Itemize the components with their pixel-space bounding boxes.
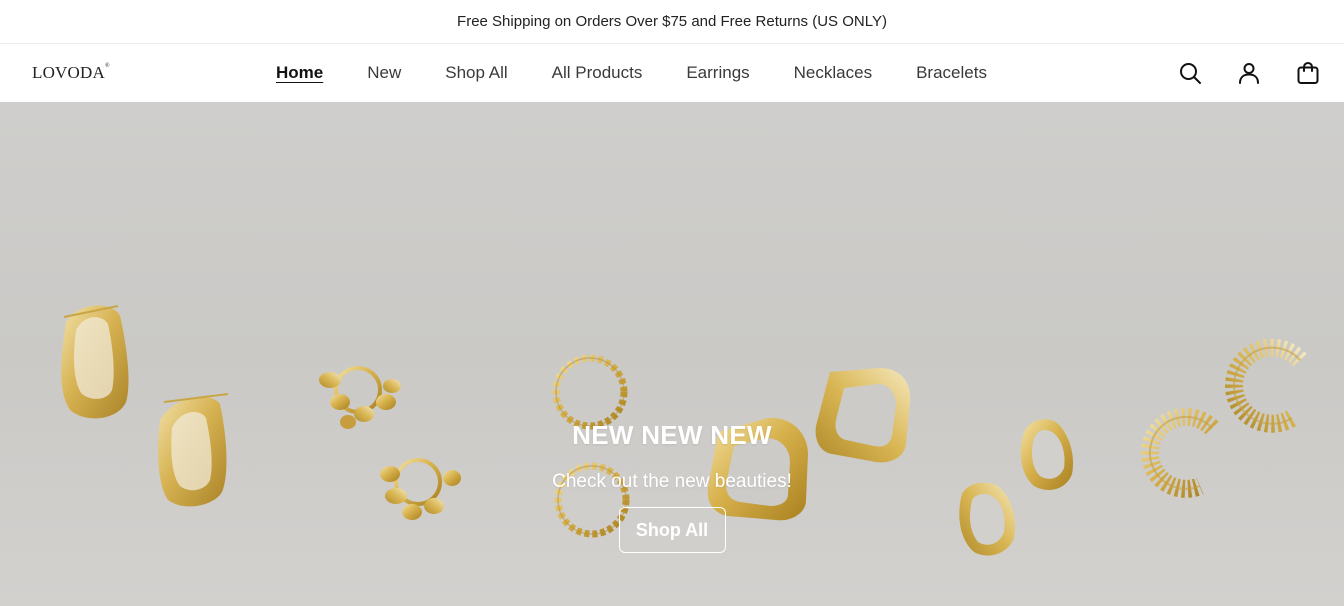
logo[interactable]: LOVODA® xyxy=(32,63,110,83)
nav-item-all-products[interactable]: All Products xyxy=(530,63,665,83)
nav-item-shop-all[interactable]: Shop All xyxy=(423,63,529,83)
nav-item-new[interactable]: New xyxy=(345,63,423,83)
cart-button[interactable] xyxy=(1286,51,1330,95)
search-button[interactable] xyxy=(1168,51,1212,95)
nav-item-necklaces[interactable]: Necklaces xyxy=(772,63,894,83)
logo-trademark: ® xyxy=(104,63,110,69)
hero-heading: NEW NEW NEW xyxy=(572,420,772,450)
announcement-bar: Free Shipping on Orders Over $75 and Fre… xyxy=(0,0,1344,44)
hero-banner: NEW NEW NEW Check out the new beauties! … xyxy=(0,102,1344,606)
site-header: LOVODA® Home New Shop All All Products E… xyxy=(0,44,1344,102)
nav-item-bracelets[interactable]: Bracelets xyxy=(894,63,1009,83)
announcement-text: Free Shipping on Orders Over $75 and Fre… xyxy=(457,13,887,30)
header-icons xyxy=(1153,44,1330,102)
account-icon xyxy=(1239,63,1259,84)
cart-icon xyxy=(1297,62,1319,84)
account-button[interactable] xyxy=(1227,51,1271,95)
hero-content: NEW NEW NEW Check out the new beauties! … xyxy=(0,420,1344,553)
logo-text: LOVODA xyxy=(32,63,105,82)
main-nav: Home New Shop All All Products Earrings … xyxy=(254,44,1009,102)
nav-item-earrings[interactable]: Earrings xyxy=(664,63,771,83)
hero-subheading: Check out the new beauties! xyxy=(552,471,792,492)
search-icon xyxy=(1180,63,1201,84)
nav-item-home[interactable]: Home xyxy=(254,63,345,83)
hero-shop-all-button[interactable]: Shop All xyxy=(618,507,726,553)
